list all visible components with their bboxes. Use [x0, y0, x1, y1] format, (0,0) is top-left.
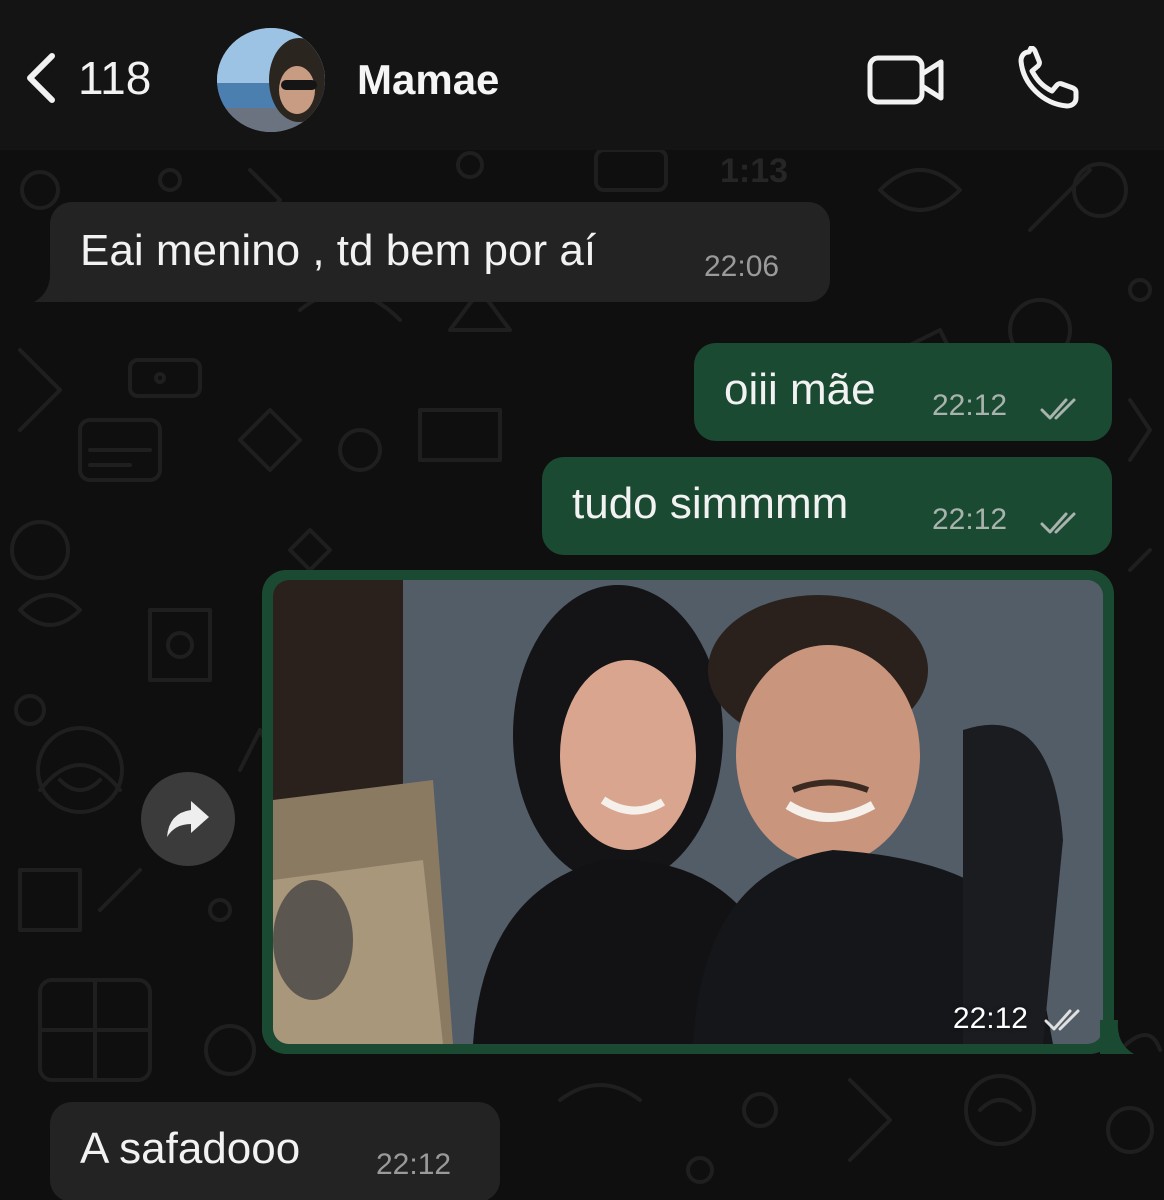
double-check-icon	[1040, 512, 1076, 534]
message-bubble-outgoing[interactable]: oiii mãe 22:12	[694, 343, 1112, 441]
message-time: 22:12	[376, 1148, 452, 1181]
message-photo[interactable]	[273, 580, 1103, 1044]
double-check-icon	[1040, 398, 1076, 420]
message-bubble-incoming[interactable]: A safadooo 22:12	[50, 1102, 500, 1200]
message-text: Eai menino , td bem por aí	[80, 226, 597, 275]
back-button[interactable]: 118	[20, 38, 151, 118]
message-time: 22:12	[932, 389, 1008, 422]
video-call-button[interactable]	[866, 52, 946, 113]
phone-icon	[1018, 45, 1079, 109]
photo-time: 22:12	[952, 1002, 1028, 1035]
message-time: 22:06	[704, 250, 780, 283]
message-bubble-outgoing[interactable]: tudo simmmm 22:12	[542, 457, 1112, 555]
bubble-tail	[34, 268, 70, 302]
chat-header: 118 Mamae	[0, 0, 1164, 150]
chat-area[interactable]: 1:13 Eai menino , td bem por aí 22:06 oi…	[0, 150, 1164, 1200]
photo-message-bubble[interactable]: 22:12	[262, 570, 1114, 1054]
double-check-icon	[1044, 1009, 1080, 1031]
chevron-left-icon	[27, 53, 55, 103]
voice-call-button[interactable]	[1015, 45, 1085, 117]
unread-count: 118	[78, 52, 152, 104]
avatar-photo	[217, 28, 325, 132]
bubble-tail	[1100, 1020, 1134, 1054]
message-text: A safadooo	[80, 1124, 301, 1173]
message-text: oiii mãe	[724, 365, 876, 414]
wallpaper-stamp: 1:13	[720, 152, 788, 190]
video-camera-icon	[867, 55, 944, 105]
forward-button[interactable]	[141, 772, 235, 866]
message-text: tudo simmmm	[572, 479, 849, 528]
message-bubble-incoming[interactable]: Eai menino , td bem por aí 22:06	[50, 202, 830, 302]
avatar[interactable]	[217, 28, 325, 132]
message-time: 22:12	[932, 503, 1008, 536]
forward-arrow-icon	[167, 801, 209, 837]
photo-image	[273, 580, 1103, 1044]
contact-name[interactable]: Mamae	[357, 56, 499, 104]
